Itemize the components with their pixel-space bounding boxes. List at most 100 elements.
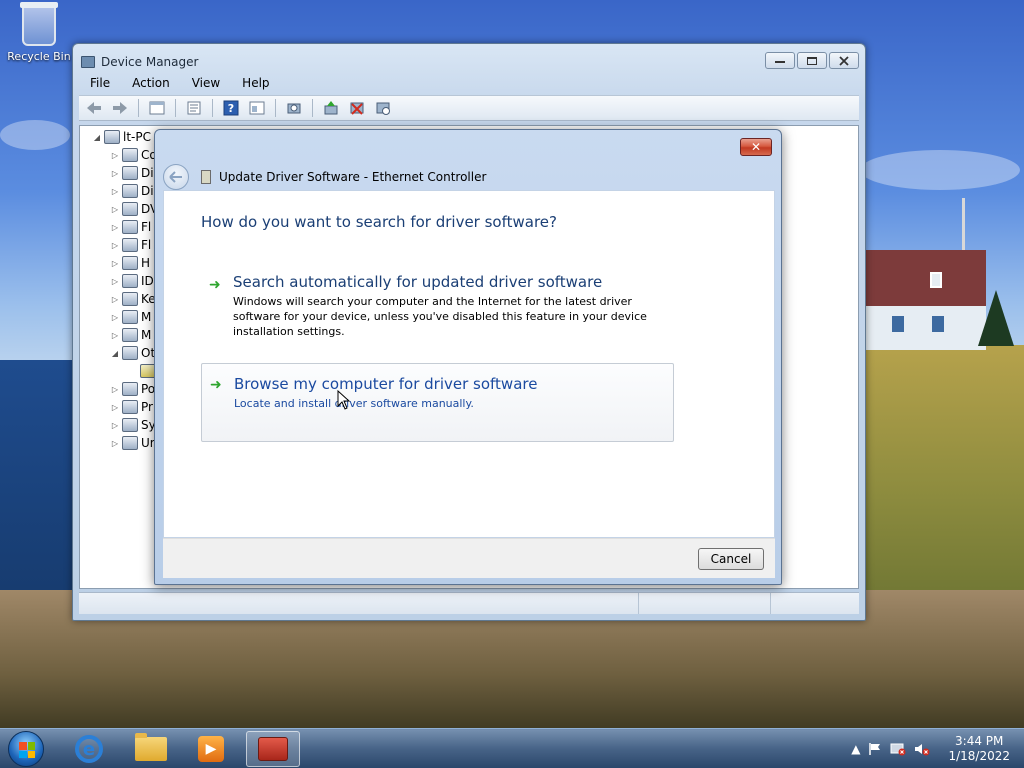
- view-button[interactable]: [246, 98, 268, 118]
- tree-item[interactable]: ◢ Ot: [110, 344, 155, 362]
- scan-hardware-button[interactable]: [283, 98, 305, 118]
- tree-item[interactable]: ▷ Po: [110, 380, 155, 398]
- tree-root-label: lt-PC: [123, 130, 151, 144]
- tree-item[interactable]: ▷ M: [110, 308, 151, 326]
- windows-explorer-icon: [135, 733, 167, 761]
- maximize-button[interactable]: [797, 52, 827, 69]
- pine-tree: [978, 290, 1014, 346]
- tree-item[interactable]: ▷ H: [110, 254, 150, 272]
- volume-muted-icon[interactable]: [914, 742, 930, 756]
- display-adapter-icon: [122, 184, 138, 198]
- option-title: Browse my computer for driver software: [234, 375, 538, 393]
- internet-explorer-icon: e: [75, 735, 103, 763]
- dialog-question: How do you want to search for driver sof…: [201, 213, 557, 231]
- other-devices-icon: [122, 346, 138, 360]
- uninstall-icon: [376, 102, 390, 115]
- menu-view[interactable]: View: [181, 74, 231, 92]
- tree-item-label: Pr: [141, 400, 153, 414]
- tree-item[interactable]: ▷ Ke: [110, 290, 156, 308]
- taskbar-internet-explorer[interactable]: e: [62, 731, 116, 767]
- ide-controller-icon: [122, 274, 138, 288]
- expand-icon: ▷: [111, 312, 119, 322]
- expand-icon: ▷: [111, 258, 119, 268]
- tree-item[interactable]: ▷ Pr: [110, 398, 153, 416]
- tree-item[interactable]: ▷ ID: [110, 272, 154, 290]
- uninstall-button[interactable]: [372, 98, 394, 118]
- expand-icon: ▷: [111, 384, 119, 394]
- windows-logo-icon: [19, 742, 35, 758]
- usb-icon: [122, 436, 138, 450]
- action-center-flag-icon[interactable]: [868, 742, 882, 756]
- show-hidden-icons-icon[interactable]: ▲: [851, 742, 860, 756]
- taskbar-media-player[interactable]: ▶: [184, 731, 238, 767]
- tree-item[interactable]: ▷ M: [110, 326, 151, 344]
- tree-item[interactable]: ▷ Co: [110, 146, 157, 164]
- expand-icon: ▷: [111, 420, 119, 430]
- update-driver-button[interactable]: [320, 98, 342, 118]
- update-driver-icon: [324, 101, 338, 115]
- expand-icon: ▷: [111, 168, 119, 178]
- tree-item[interactable]: ▷ Sy: [110, 416, 156, 434]
- tree-item[interactable]: ▷ Fl: [110, 236, 151, 254]
- back-button[interactable]: [83, 98, 105, 118]
- dialog-back-button[interactable]: [163, 164, 189, 190]
- svg-text:?: ?: [228, 102, 234, 115]
- dialog-close-button[interactable]: ✕: [740, 138, 772, 156]
- taskbar-windows-explorer[interactable]: [124, 731, 178, 767]
- network-disconnected-icon[interactable]: [890, 742, 906, 756]
- back-icon: [87, 102, 101, 114]
- option-description: Windows will search your computer and th…: [233, 295, 647, 338]
- properties-button[interactable]: [183, 98, 205, 118]
- tree-item[interactable]: ▷ Ur: [110, 434, 155, 452]
- green-arrow-icon: ➜: [210, 377, 222, 393]
- menu-action[interactable]: Action: [121, 74, 181, 92]
- start-button[interactable]: [8, 731, 44, 767]
- ethernet-icon: [201, 170, 211, 184]
- tree-item-label: Di: [141, 166, 154, 180]
- dialog-footer: Cancel: [163, 538, 775, 578]
- help-icon: ?: [223, 100, 239, 116]
- hid-icon: [122, 256, 138, 270]
- menu-help[interactable]: Help: [231, 74, 280, 92]
- update-driver-dialog: ✕ Update Driver Software - Ethernet Cont…: [154, 129, 782, 585]
- clock[interactable]: 3:44 PM 1/18/2022: [948, 734, 1010, 764]
- menu-file[interactable]: File: [79, 74, 121, 92]
- disk-drive-icon: [122, 166, 138, 180]
- forward-button[interactable]: [109, 98, 131, 118]
- expand-icon: ▷: [111, 240, 119, 250]
- disable-device-button[interactable]: [346, 98, 368, 118]
- green-arrow-icon: ➜: [209, 277, 221, 293]
- expand-icon: ▷: [111, 186, 119, 196]
- taskbar-device-manager[interactable]: [246, 731, 300, 767]
- recycle-bin[interactable]: Recycle Bin: [6, 2, 72, 63]
- show-tree-button[interactable]: [146, 98, 168, 118]
- tree-root[interactable]: ◢ lt-PC: [92, 128, 151, 146]
- help-button[interactable]: ?: [220, 98, 242, 118]
- tree-item[interactable]: ▷ Fl: [110, 218, 151, 236]
- recycle-bin-icon: [20, 2, 58, 46]
- disable-device-icon: [350, 102, 364, 115]
- tree-item-label: Ur: [141, 436, 155, 450]
- taskbar: e ▶ ▲ 3:44 PM 1/18/2022: [0, 728, 1024, 768]
- floppy-drive-icon: [122, 220, 138, 234]
- expand-icon: ▷: [111, 294, 119, 304]
- browse-computer-option[interactable]: ➜ Browse my computer for driver software…: [201, 363, 674, 442]
- tree-item[interactable]: ▷ Di: [110, 164, 154, 182]
- dialog-title: Update Driver Software - Ethernet Contro…: [219, 170, 487, 184]
- expand-icon: ▷: [111, 330, 119, 340]
- minimize-button[interactable]: [765, 52, 795, 69]
- expand-icon: ▷: [111, 438, 119, 448]
- mouse-icon: [122, 310, 138, 324]
- search-automatically-option[interactable]: ➜ Search automatically for updated drive…: [201, 273, 674, 339]
- processor-icon: [122, 400, 138, 414]
- option-title: Search automatically for updated driver …: [233, 273, 603, 291]
- dialog-body: How do you want to search for driver sof…: [163, 190, 775, 538]
- floppy-controller-icon: [122, 238, 138, 252]
- ports-icon: [122, 382, 138, 396]
- cancel-button[interactable]: Cancel: [698, 548, 764, 570]
- expand-icon: ▷: [111, 150, 119, 160]
- tree-item[interactable]: ▷ DV: [110, 200, 158, 218]
- console-tree-icon: [149, 101, 165, 115]
- tree-item[interactable]: ▷ Di: [110, 182, 154, 200]
- close-button[interactable]: [829, 52, 859, 69]
